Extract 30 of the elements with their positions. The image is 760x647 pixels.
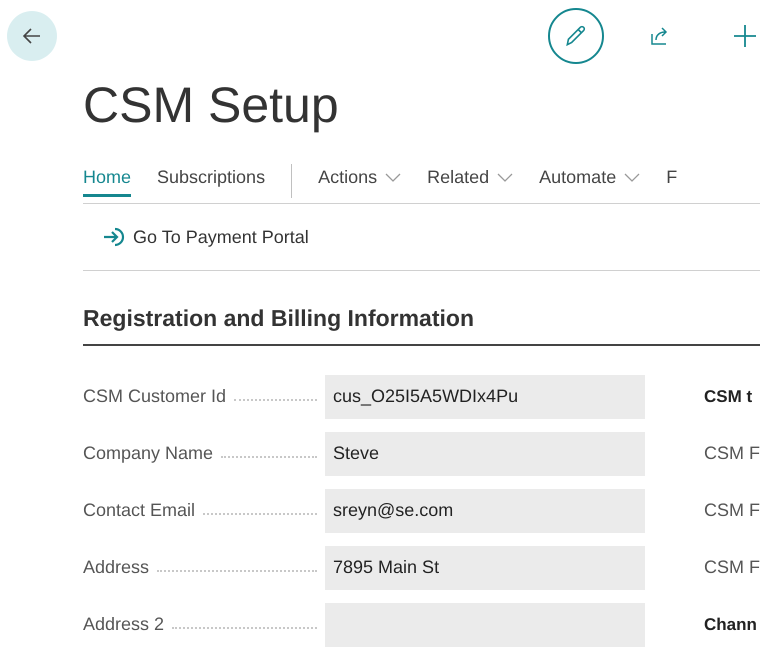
- menu-tab[interactable]: Automate: [539, 164, 640, 197]
- field-label: Address: [83, 556, 150, 579]
- field-label: CSM F: [704, 556, 760, 579]
- action-button[interactable]: Go To Payment Portal: [103, 224, 309, 250]
- field-label: CSM Customer Id: [83, 385, 226, 408]
- enter-arrow-icon: [103, 227, 125, 247]
- input-field[interactable]: 7895 Main St: [325, 546, 645, 590]
- chevron-down-icon: [624, 172, 640, 182]
- section-title: Registration and Billing Information: [83, 301, 760, 346]
- input-field[interactable]: sreyn@se.com: [325, 488, 645, 532]
- group-heading: Chann: [704, 614, 757, 636]
- chevron-down-icon: [385, 172, 402, 182]
- field-label: CSM F: [704, 499, 760, 522]
- edit-button[interactable]: [548, 8, 604, 64]
- field-label: CSM F: [704, 442, 760, 465]
- tab[interactable]: Home: [83, 164, 132, 197]
- plus-icon: [732, 23, 758, 49]
- field-label: Contact Email: [83, 499, 196, 522]
- input-field[interactable]: Steve: [325, 432, 645, 476]
- tab[interactable]: F: [666, 164, 678, 197]
- tab[interactable]: Subscriptions: [157, 164, 266, 197]
- page-title: CSM Setup: [83, 80, 340, 135]
- field-label: Company Name: [83, 442, 214, 465]
- menu-tab[interactable]: Actions: [318, 164, 402, 197]
- back-button[interactable]: [7, 11, 57, 61]
- group-heading: CSM t: [704, 386, 752, 408]
- input-field[interactable]: cus_O25I5A5WDIx4Pu: [325, 374, 645, 418]
- chevron-down-icon: [497, 172, 514, 182]
- menu-tab[interactable]: Related: [427, 164, 514, 197]
- field-label: Address 2: [83, 613, 164, 636]
